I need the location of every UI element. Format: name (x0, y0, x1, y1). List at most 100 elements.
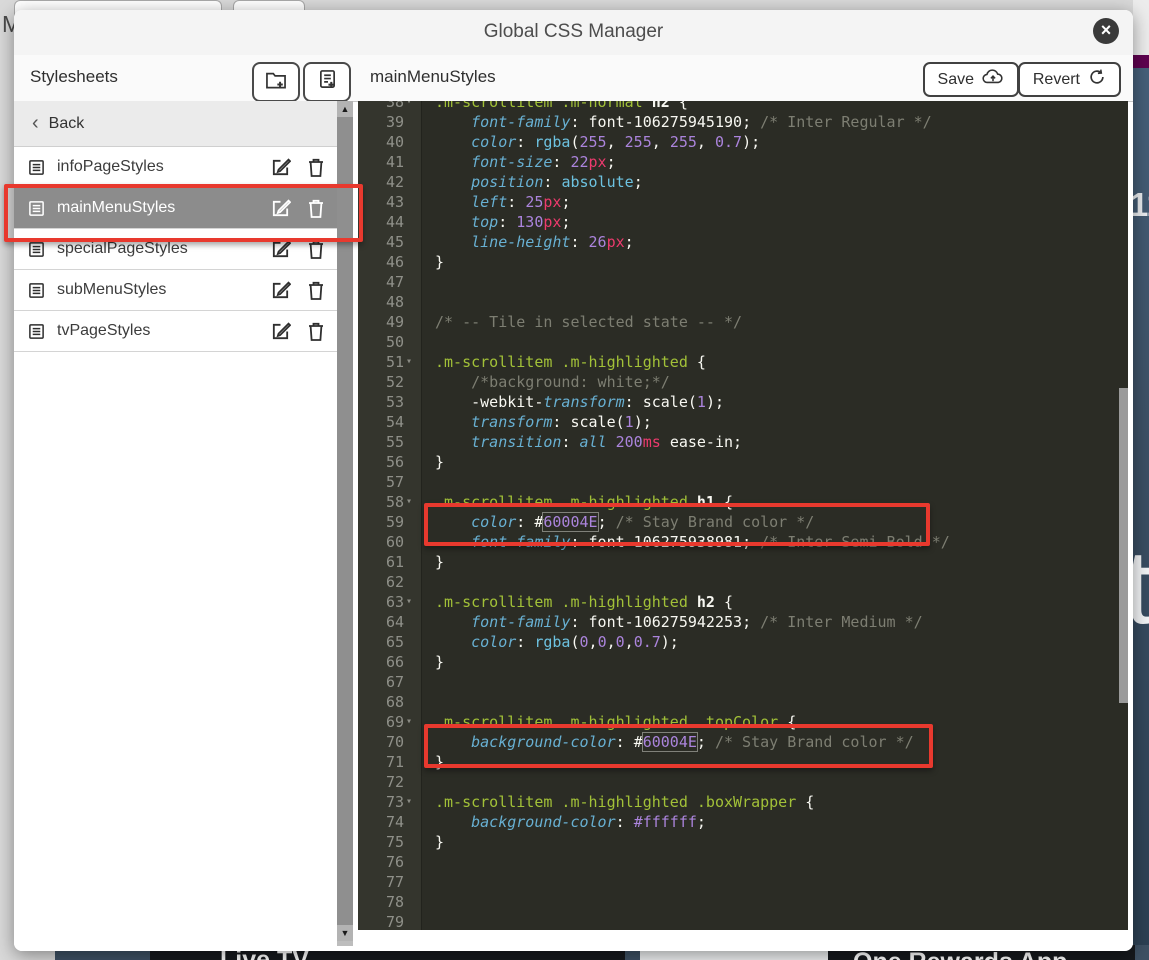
delete-trash-icon[interactable] (307, 321, 325, 342)
line-number: 72 (358, 772, 404, 792)
code-text (422, 473, 435, 491)
line-number: 78 (358, 892, 404, 912)
code-text: .m-scrollitem .m-highlighted .topColor { (422, 713, 796, 731)
code-line-52: 52 /*background: white;*/ (358, 372, 1128, 392)
line-number: 43 (358, 192, 404, 212)
background-purple-strip (1133, 55, 1149, 68)
fold-arrow-icon[interactable]: ▾ (404, 792, 422, 812)
code-line-74: 74 background-color: #ffffff; (358, 812, 1128, 832)
fold-arrow-icon[interactable]: ▾ (404, 712, 422, 732)
code-text (422, 773, 435, 791)
active-stylesheet-title: mainMenuStyles (370, 67, 496, 87)
delete-trash-icon[interactable] (307, 198, 325, 219)
edit-pencil-icon[interactable] (270, 321, 291, 342)
delete-trash-icon[interactable] (307, 157, 325, 178)
sidebar-scrollbar-thumb[interactable] (337, 117, 353, 925)
code-line-62: 62 (358, 572, 1128, 592)
fold-arrow-icon[interactable]: ▾ (404, 352, 422, 372)
fold-arrow-icon[interactable]: ▾ (404, 101, 422, 112)
code-text (422, 693, 435, 711)
delete-trash-icon[interactable] (307, 239, 325, 260)
code-line-60: 60 font-family: font-106275938981; /* In… (358, 532, 1128, 552)
close-button[interactable]: × (1093, 18, 1119, 44)
code-text: background-color: #ffffff; (422, 813, 706, 831)
stylesheet-document-icon (28, 323, 45, 340)
line-number: 73 (358, 792, 404, 812)
stylesheets-heading: Stylesheets (30, 67, 118, 87)
code-text: color: #60004E; /* Stay Brand color */ (422, 513, 814, 531)
sidebar-item-specialPageStyles[interactable]: specialPageStyles (14, 229, 337, 270)
code-line-41: 41 font-size: 22px; (358, 152, 1128, 172)
css-code-editor[interactable]: 38▾.m-scrollitem .m-normal h2 {39 font-f… (358, 101, 1128, 930)
code-text (422, 573, 435, 591)
line-number: 67 (358, 672, 404, 692)
edit-pencil-icon[interactable] (270, 157, 291, 178)
code-text: } (422, 253, 444, 271)
editor-lines: 38▾.m-scrollitem .m-normal h2 {39 font-f… (358, 101, 1128, 930)
code-line-55: 55 transition: all 200ms ease-in; (358, 432, 1128, 452)
revert-button[interactable]: Revert (1018, 62, 1121, 97)
line-number: 62 (358, 572, 404, 592)
code-text: font-family: font-106275945190; /* Inter… (422, 113, 932, 131)
stylesheet-document-icon (28, 241, 45, 258)
fold-arrow-icon[interactable]: ▾ (404, 492, 422, 512)
code-text: .m-scrollitem .m-highlighted h2 { (422, 593, 733, 611)
new-folder-button[interactable] (252, 62, 300, 102)
revert-label: Revert (1033, 71, 1080, 89)
code-line-39: 39 font-family: font-106275945190; /* In… (358, 112, 1128, 132)
edit-pencil-icon[interactable] (270, 280, 291, 301)
code-text: position: absolute; (422, 173, 643, 191)
stylesheet-name: tvPageStyles (57, 322, 254, 340)
sidebar-item-subMenuStyles[interactable]: subMenuStyles (14, 270, 337, 311)
line-number: 49 (358, 312, 404, 332)
save-button[interactable]: Save (923, 62, 1019, 97)
sidebar-item-mainMenuStyles[interactable]: mainMenuStyles (14, 188, 337, 229)
line-number: 44 (358, 212, 404, 232)
line-number: 63 (358, 592, 404, 612)
sidebar-item-infoPageStyles[interactable]: infoPageStyles (14, 147, 337, 188)
line-number: 65 (358, 632, 404, 652)
folder-plus-icon (265, 70, 287, 94)
editor-scrollbar-thumb[interactable] (1119, 388, 1128, 703)
back-button[interactable]: ‹ Back (14, 101, 337, 147)
code-text: font-family: font-106275942253; /* Inter… (422, 613, 923, 631)
sidebar-scrollbar[interactable]: ▲ ▼ (337, 101, 353, 946)
code-text: .m-scrollitem .m-highlighted { (422, 353, 706, 371)
code-line-65: 65 color: rgba(0,0,0,0.7); (358, 632, 1128, 652)
cloud-upload-icon (982, 69, 1004, 90)
code-text: font-family: font-106275938981; /* Inter… (422, 533, 950, 551)
line-number: 42 (358, 172, 404, 192)
new-stylesheet-button[interactable] (303, 62, 351, 102)
code-text (422, 333, 435, 351)
code-text (422, 273, 435, 291)
delete-trash-icon[interactable] (307, 280, 325, 301)
background-hero-strip: 11 t (1133, 68, 1149, 952)
line-number: 58 (358, 492, 404, 512)
background-tile-divider (1135, 945, 1149, 960)
line-number: 41 (358, 152, 404, 172)
fold-arrow-icon[interactable]: ▾ (404, 592, 422, 612)
line-number: 71 (358, 752, 404, 772)
code-text: -webkit-transform: scale(1); (422, 393, 724, 411)
line-number: 77 (358, 872, 404, 892)
code-text: transform: scale(1); (422, 413, 652, 431)
code-text (422, 673, 435, 691)
code-text: } (422, 833, 444, 851)
edit-pencil-icon[interactable] (270, 239, 291, 260)
scroll-down-arrow-icon[interactable]: ▼ (337, 925, 353, 941)
code-text: .m-scrollitem .m-highlighted .boxWrapper… (422, 793, 814, 811)
code-line-38: 38▾.m-scrollitem .m-normal h2 { (358, 101, 1128, 112)
sidebar-item-tvPageStyles[interactable]: tvPageStyles (14, 311, 337, 352)
scroll-up-arrow-icon[interactable]: ▲ (337, 101, 353, 117)
line-number: 76 (358, 852, 404, 872)
stylesheet-document-icon (28, 282, 45, 299)
line-number: 64 (358, 612, 404, 632)
code-text: line-height: 26px; (422, 233, 634, 251)
code-line-77: 77 (358, 872, 1128, 892)
line-number: 79 (358, 912, 404, 930)
code-text: } (422, 653, 444, 671)
code-line-43: 43 left: 25px; (358, 192, 1128, 212)
line-number: 55 (358, 432, 404, 452)
edit-pencil-icon[interactable] (270, 198, 291, 219)
code-text: transition: all 200ms ease-in; (422, 433, 742, 451)
